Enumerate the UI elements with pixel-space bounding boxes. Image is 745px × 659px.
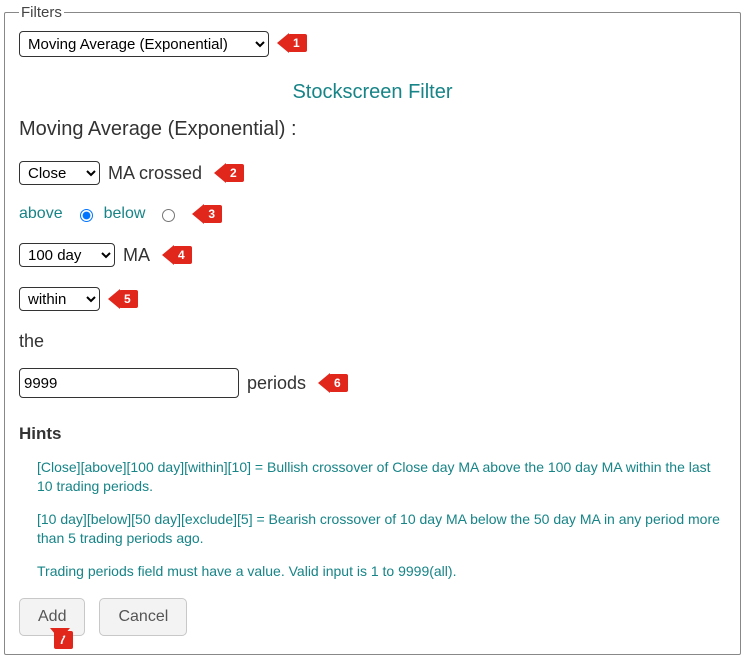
marker-3-icon: 3	[192, 204, 222, 224]
filter-type-select[interactable]: Moving Average (Exponential)	[19, 31, 269, 57]
marker-6-icon: 6	[318, 373, 348, 393]
the-label: the	[19, 331, 726, 352]
condition-select[interactable]: within	[19, 287, 100, 311]
marker-2-icon: 2	[214, 163, 244, 183]
periods-label: periods	[247, 373, 306, 394]
below-label: below	[104, 205, 146, 223]
price-field-select[interactable]: Close	[19, 161, 100, 185]
above-radio[interactable]	[80, 209, 93, 222]
ma-crossed-label: MA crossed	[108, 163, 202, 184]
marker-4-icon: 4	[162, 245, 192, 265]
marker-1-icon: 1	[277, 33, 307, 53]
below-radio[interactable]	[162, 209, 175, 222]
above-label: above	[19, 205, 63, 223]
hint-1: [Close][above][100 day][within][10] = Bu…	[37, 458, 726, 496]
marker-5-icon: 5	[108, 289, 138, 309]
filters-legend: Filters	[19, 4, 64, 21]
filter-subtitle: Moving Average (Exponential) :	[19, 118, 726, 141]
stockscreen-filter-title: Stockscreen Filter	[19, 81, 726, 104]
periods-input[interactable]	[19, 368, 239, 398]
period-select[interactable]: 100 day	[19, 243, 115, 267]
add-button[interactable]: Add	[19, 598, 85, 636]
filters-fieldset: Filters Moving Average (Exponential) 1 S…	[4, 4, 741, 655]
hints-header: Hints	[19, 424, 726, 444]
hint-2: [10 day][below][50 day][exclude][5] = Be…	[37, 510, 726, 548]
ma-label: MA	[123, 245, 150, 266]
cancel-button[interactable]: Cancel	[99, 598, 187, 636]
hint-3: Trading periods field must have a value.…	[37, 562, 726, 581]
